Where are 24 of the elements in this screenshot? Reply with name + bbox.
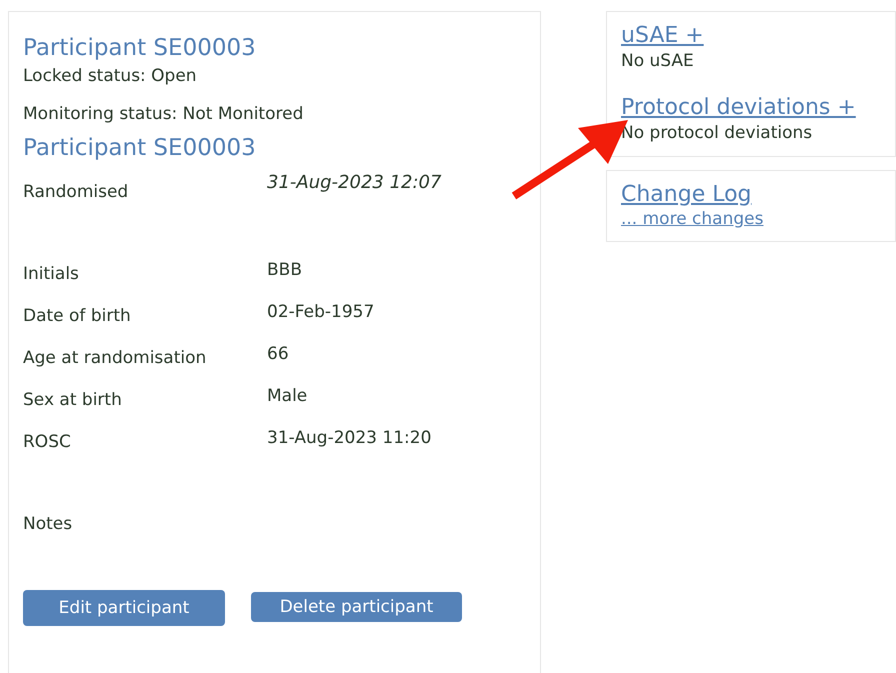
locked-status: Locked status: Open — [23, 65, 198, 88]
field-label: Sex at birth — [23, 389, 123, 410]
more-link[interactable]: ... more changes — [621, 209, 764, 229]
field-value: BBB — [267, 260, 303, 280]
field-value: 02-Feb-1957 — [267, 302, 376, 322]
section-link[interactable]: Change Log — [621, 181, 752, 209]
field-value: 66 — [267, 344, 290, 364]
field-label: Age at randomisation — [23, 347, 208, 368]
field-label: Date of birth — [23, 305, 132, 326]
field-label: Randomised — [23, 181, 130, 202]
monitoring-status: Monitoring status: Not Monitored — [23, 103, 304, 126]
delete-button[interactable]: Delete participant — [251, 592, 462, 622]
field-value: 31-Aug-2023 11:20 — [267, 428, 432, 448]
field-label: Initials — [23, 263, 80, 284]
field-value: 31-Aug-2023 12:07 — [267, 172, 442, 193]
section-link[interactable]: Protocol deviations + — [621, 94, 856, 122]
section-link[interactable]: uSAE + — [621, 22, 704, 50]
field-value: Male — [267, 386, 308, 406]
field-label: ROSC — [23, 431, 72, 452]
section-text: No uSAE — [621, 50, 694, 72]
edit-button[interactable]: Edit participant — [23, 590, 225, 626]
participant-title: Participant SE00003 — [23, 34, 257, 63]
participant-subtitle: Participant SE00003 — [23, 134, 257, 163]
field-label: Notes — [23, 513, 74, 534]
